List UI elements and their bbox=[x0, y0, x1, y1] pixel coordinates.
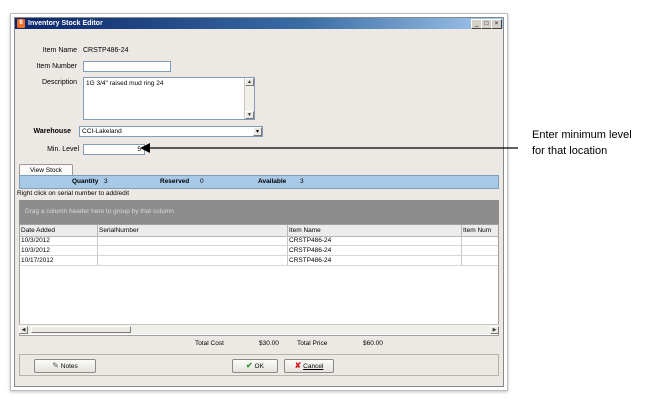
scroll-up-icon[interactable]: ▲ bbox=[245, 78, 254, 86]
quantity-label: Quantity bbox=[72, 178, 99, 185]
available-value: 3 bbox=[300, 178, 304, 185]
annotation-line-2: for that location bbox=[532, 145, 608, 157]
grid-horizontal-scrollbar[interactable]: ◀ ▶ bbox=[19, 324, 499, 334]
min-level-label: Min. Level bbox=[47, 146, 79, 153]
cell-item-num bbox=[462, 256, 498, 266]
item-name-value: CRSTP486-24 bbox=[83, 47, 129, 54]
table-row[interactable]: 10/3/2012 CRSTP486-24 bbox=[20, 236, 498, 246]
item-name-label: Item Name bbox=[42, 47, 77, 54]
cell-item-num bbox=[462, 246, 498, 256]
stock-grid: Date Added SerialNumber Item Name Item N… bbox=[19, 224, 499, 336]
ok-label: OK bbox=[254, 363, 264, 370]
cell-date-added: 10/17/2012 bbox=[20, 256, 98, 266]
total-cost-value: $30.00 bbox=[259, 340, 279, 347]
column-header-item-num[interactable]: Item Num bbox=[462, 225, 498, 236]
table-row[interactable]: 10/3/2012 CRSTP486-24 bbox=[20, 246, 498, 256]
scroll-right-icon[interactable]: ▶ bbox=[490, 326, 499, 334]
warehouse-value: CCI-Lakeland bbox=[82, 128, 122, 135]
button-bar: ✎ Notes ✔ OK ✘ Cancel bbox=[19, 354, 499, 376]
available-label: Available bbox=[258, 178, 287, 185]
cell-item-name: CRSTP486-24 bbox=[288, 246, 462, 256]
cell-serial-number bbox=[98, 246, 288, 256]
x-icon: ✘ bbox=[294, 361, 302, 370]
warehouse-label: Warehouse bbox=[33, 128, 71, 135]
cancel-label: Cancel bbox=[303, 363, 324, 370]
cancel-button[interactable]: ✘ Cancel bbox=[284, 359, 334, 373]
app-icon: 6 bbox=[17, 19, 25, 28]
hint-text: Right click on serial number to add/edit bbox=[17, 190, 130, 197]
notes-label: Notes bbox=[60, 363, 78, 370]
cell-serial-number bbox=[98, 256, 288, 266]
notes-button[interactable]: ✎ Notes bbox=[34, 359, 96, 373]
total-price-label: Total Price bbox=[297, 340, 328, 347]
scrollbar-thumb[interactable] bbox=[31, 326, 131, 333]
column-header-serial-number[interactable]: SerialNumber bbox=[98, 225, 288, 236]
scroll-left-icon[interactable]: ◀ bbox=[19, 326, 28, 334]
title-bar: 6 Inventory Stock Editor _ □ × bbox=[15, 18, 503, 29]
ok-button[interactable]: ✔ OK bbox=[232, 359, 278, 373]
cell-date-added: 10/3/2012 bbox=[20, 246, 98, 256]
scroll-down-icon[interactable]: ▼ bbox=[245, 111, 254, 119]
cell-item-name: CRSTP486-24 bbox=[288, 256, 462, 266]
total-price-value: $60.00 bbox=[363, 340, 383, 347]
description-field[interactable]: 1G 3/4" raised mud ring 24 ▲ ▼ bbox=[83, 77, 255, 120]
annotation-line-1: Enter minimum level bbox=[532, 129, 632, 141]
inventory-stock-editor-window: 6 Inventory Stock Editor _ □ × Item Name… bbox=[14, 17, 504, 387]
chevron-down-icon[interactable]: ▾ bbox=[253, 127, 262, 136]
description-text: 1G 3/4" raised mud ring 24 bbox=[86, 80, 164, 87]
warehouse-select[interactable]: CCI-Lakeland ▾ bbox=[79, 126, 263, 137]
quantity-value: 3 bbox=[104, 178, 108, 185]
pencil-icon: ✎ bbox=[52, 361, 59, 370]
window-title: Inventory Stock Editor bbox=[28, 20, 103, 27]
description-label: Description bbox=[41, 79, 77, 86]
description-scrollbar[interactable]: ▲ ▼ bbox=[244, 78, 254, 119]
reserved-label: Reserved bbox=[160, 178, 190, 185]
table-row[interactable]: 10/17/2012 CRSTP486-24 bbox=[20, 256, 498, 266]
total-cost-label: Total Cost bbox=[195, 340, 224, 347]
cell-item-num bbox=[462, 236, 498, 246]
item-number-label: Item Number bbox=[36, 63, 77, 70]
item-number-field[interactable] bbox=[83, 61, 171, 72]
checkmark-icon: ✔ bbox=[246, 361, 253, 370]
reserved-value: 0 bbox=[200, 178, 204, 185]
cell-item-name: CRSTP486-24 bbox=[288, 236, 462, 246]
close-button[interactable]: × bbox=[491, 19, 502, 29]
arrow-left-icon bbox=[140, 143, 518, 153]
stock-summary-bar: Quantity 3 Reserved 0 Available 3 bbox=[19, 175, 499, 189]
group-by-panel[interactable]: Drag a column header here to group by th… bbox=[19, 200, 499, 224]
cell-date-added: 10/3/2012 bbox=[20, 236, 98, 246]
column-header-item-name[interactable]: Item Name bbox=[288, 225, 462, 236]
min-level-field[interactable]: 5 bbox=[83, 144, 145, 155]
cell-serial-number bbox=[98, 236, 288, 246]
column-header-date-added[interactable]: Date Added bbox=[20, 225, 98, 236]
